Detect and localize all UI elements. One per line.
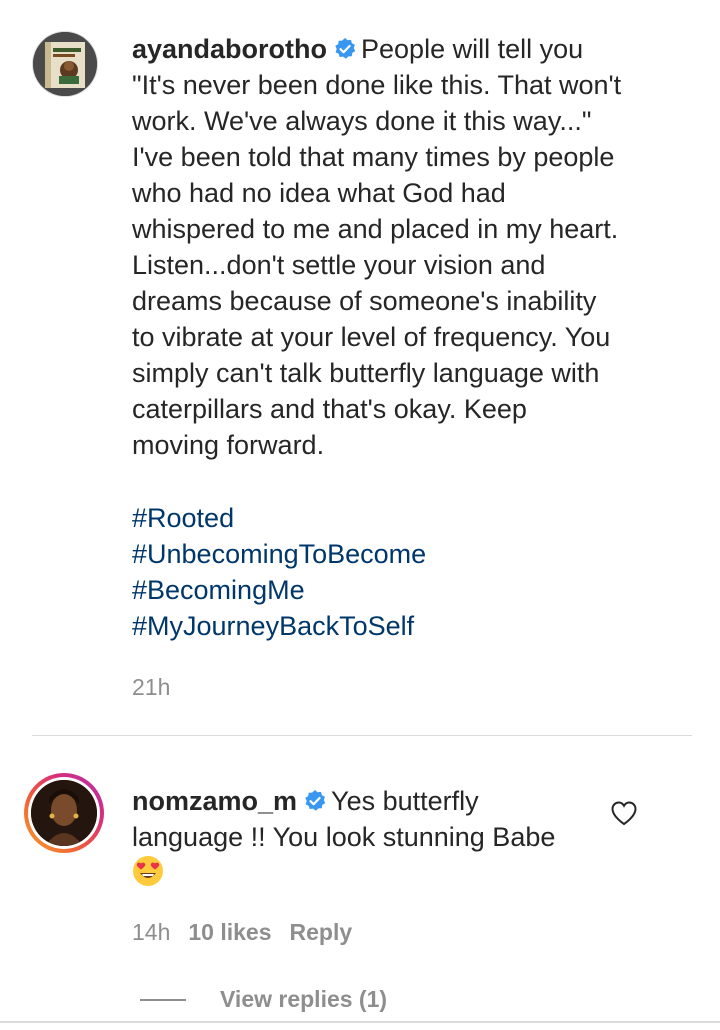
avatar-nomzamo-m[interactable] — [24, 773, 104, 853]
view-replies-button[interactable]: View replies (1) — [140, 986, 387, 1013]
view-replies-label: View replies (1) — [220, 986, 388, 1012]
profile-photo-avatar-icon — [31, 780, 97, 846]
book-cover-avatar-icon — [33, 32, 97, 96]
reply-text-line: Yes butterfly — [331, 786, 479, 816]
reply-button[interactable]: Reply — [290, 919, 353, 946]
view-replies-line — [140, 998, 186, 1001]
reply-line-1: nomzamo_m Yes butterfly — [132, 783, 602, 819]
main-comment-text-line: I've been told that many times by people — [132, 142, 615, 172]
main-comment-text-line: dreams because of someone's inability — [132, 286, 597, 316]
heart-eyes-emoji-icon — [133, 856, 163, 886]
heart-outline-icon[interactable] — [610, 800, 638, 826]
username-nomzamo-m[interactable]: nomzamo_m — [132, 786, 297, 816]
main-comment-timestamp: 21h — [132, 674, 171, 700]
divider — [32, 735, 692, 736]
hashtag-link[interactable]: #MyJourneyBackToSelf — [132, 608, 426, 644]
main-comment-text-line: work. We've always done it this way..." — [132, 106, 592, 136]
avatar-ring-gap — [28, 777, 100, 849]
hashtag-link[interactable]: #Rooted — [132, 500, 426, 536]
verified-badge-icon — [335, 38, 356, 59]
main-comment-text-line: who had no idea what God had — [132, 178, 506, 208]
main-comment-text: ayandaborotho People will tell you "It's … — [132, 31, 652, 463]
reply-comment-text: nomzamo_m Yes butterfly language !! You l… — [132, 783, 602, 891]
main-comment-text-line: "It's never been done like this. That wo… — [132, 70, 622, 100]
reply-emoji-line — [132, 855, 602, 891]
hashtag-link[interactable]: #UnbecomingToBecome — [132, 536, 426, 572]
avatar-ayandaborotho[interactable] — [33, 32, 97, 96]
bottom-divider — [0, 1021, 720, 1023]
reply-meta-row: 14h 10 likes Reply — [132, 919, 352, 946]
hashtag-link[interactable]: #BecomingMe — [132, 572, 426, 608]
username-ayandaborotho[interactable]: ayandaborotho — [132, 34, 327, 64]
reply-likes-count[interactable]: 10 likes — [188, 919, 271, 946]
main-comment-text-line: moving forward. — [132, 430, 325, 460]
reply-text-line: language !! You look stunning Babe — [132, 822, 556, 852]
hashtag-list: #Rooted #UnbecomingToBecome #BecomingMe … — [132, 500, 426, 644]
main-comment-text-line: whispered to me and placed in my heart. — [132, 214, 619, 244]
main-comment-text-line: Listen...don't settle your vision and — [132, 250, 546, 280]
verified-badge-icon — [305, 790, 326, 811]
main-comment-text-line: simply can't talk butterfly language wit… — [132, 358, 600, 388]
reply-timestamp: 14h — [132, 919, 171, 945]
main-comment-text-line: to vibrate at your level of frequency. Y… — [132, 322, 611, 352]
main-comment-line-1: ayandaborotho People will tell you — [132, 31, 652, 67]
main-comment-text-line: People will tell you — [361, 34, 584, 64]
main-comment-text-line: caterpillars and that's okay. Keep — [132, 394, 527, 424]
